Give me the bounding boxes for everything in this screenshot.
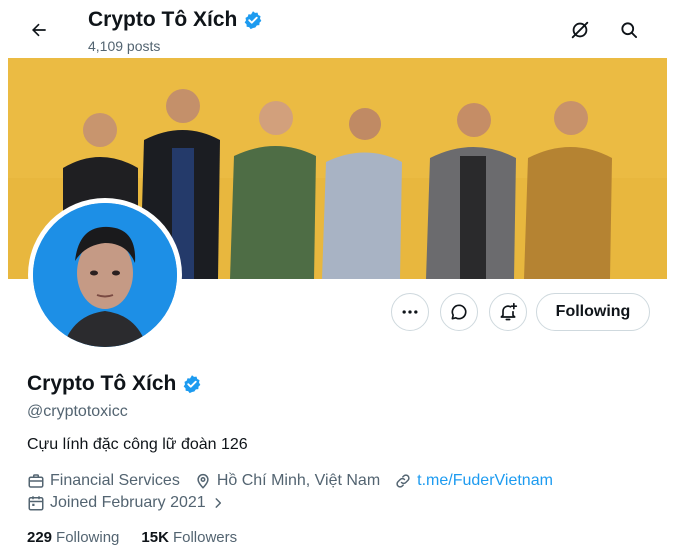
header-name: Crypto Tô Xích xyxy=(88,8,238,31)
profile-bio: Cựu lính đặc công lữ đoàn 126 xyxy=(27,436,248,453)
profile-name-text: Crypto Tô Xích xyxy=(27,372,177,395)
profile-location: Hồ Chí Minh, Việt Nam xyxy=(194,472,380,490)
notify-button[interactable] xyxy=(489,293,527,331)
website-link[interactable]: t.me/FuderVietnam xyxy=(417,472,553,490)
more-button[interactable] xyxy=(391,293,429,331)
following-stat[interactable]: 229 Following xyxy=(27,529,119,546)
message-icon xyxy=(451,304,467,320)
avatar-photo xyxy=(33,203,177,347)
verified-badge-icon[interactable] xyxy=(182,374,202,394)
category-text: Financial Services xyxy=(50,472,180,489)
profile-header: Crypto Tô Xích 4,109 posts xyxy=(0,0,675,58)
briefcase-icon xyxy=(28,474,44,488)
profile-handle: @cryptotoxicc xyxy=(27,403,128,420)
following-stat-label: Following xyxy=(56,529,120,546)
bell-plus-icon xyxy=(500,302,518,321)
profile-joined[interactable]: Joined February 2021 xyxy=(27,494,225,512)
arrow-left-icon xyxy=(32,23,46,37)
profile-stats: 229 Following 15K Followers xyxy=(27,529,237,546)
profile-link: t.me/FuderVietnam xyxy=(394,472,553,490)
link-icon xyxy=(396,474,410,488)
profile-meta: Financial Services Hồ Chí Minh, Việt Nam… xyxy=(27,472,567,490)
calendar-icon xyxy=(28,496,44,511)
followers-count: 15K xyxy=(141,529,169,546)
posts-count: 4,109 posts xyxy=(88,38,161,54)
search-icon xyxy=(621,22,637,38)
verified-badge-icon xyxy=(245,11,262,30)
location-text: Hồ Chí Minh, Việt Nam xyxy=(216,472,381,489)
header-title: Crypto Tô Xích xyxy=(88,8,263,32)
slash-circle-button[interactable] xyxy=(563,13,597,47)
back-button[interactable] xyxy=(22,13,56,47)
following-count: 229 xyxy=(27,529,53,546)
following-button[interactable]: Following xyxy=(536,293,650,331)
followers-stat-label: Followers xyxy=(172,529,238,546)
chevron-right-icon xyxy=(215,498,221,508)
joined-text: Joined February 2021 xyxy=(50,494,206,511)
message-button[interactable] xyxy=(440,293,478,331)
profile-joined-row: Joined February 2021 xyxy=(27,494,239,512)
profile-name: Crypto Tô Xích xyxy=(27,372,202,396)
profile-category: Financial Services xyxy=(27,472,180,490)
avatar[interactable] xyxy=(28,198,182,352)
more-dots-icon xyxy=(402,310,418,314)
location-pin-icon xyxy=(197,473,209,489)
search-button[interactable] xyxy=(612,13,646,47)
slash-circle-icon xyxy=(571,21,589,39)
followers-stat[interactable]: 15K Followers xyxy=(141,529,237,546)
